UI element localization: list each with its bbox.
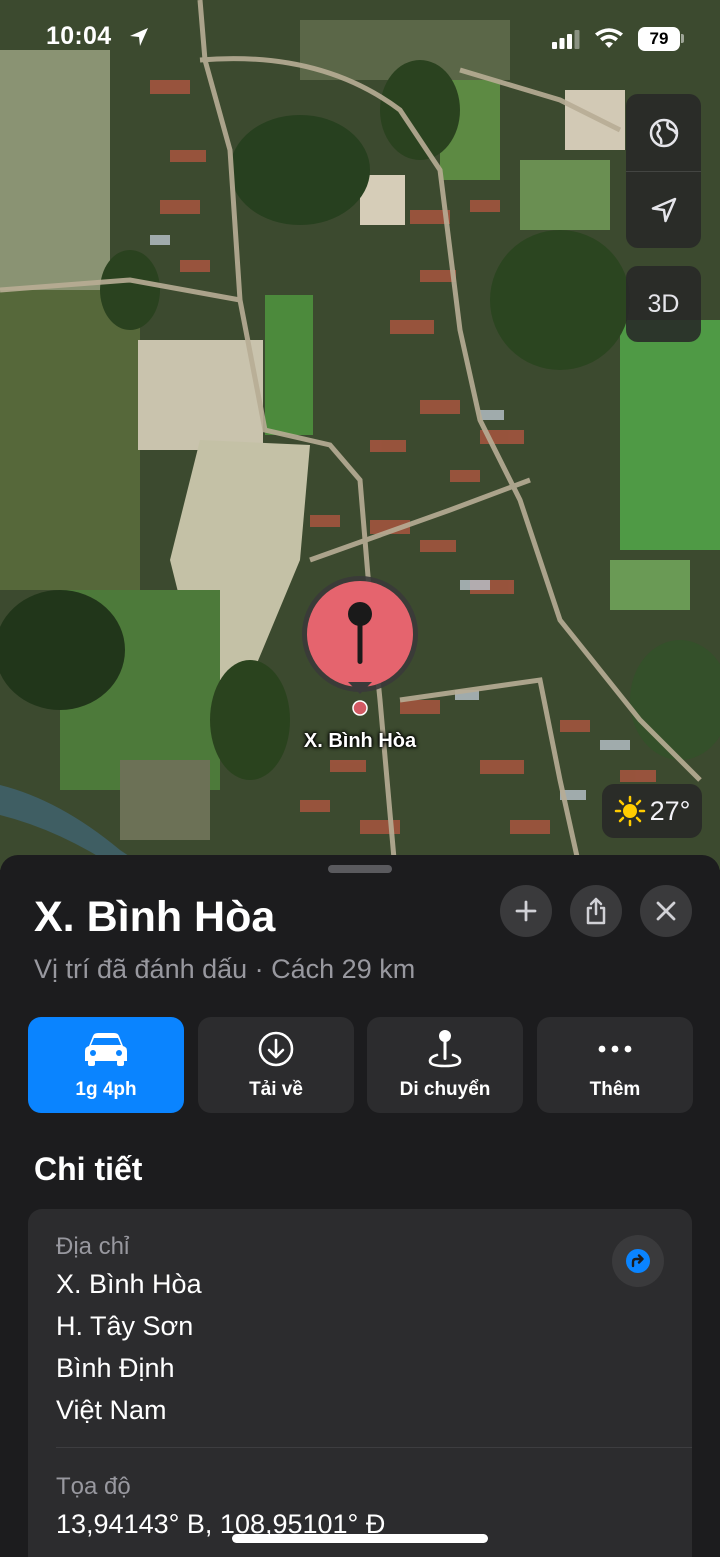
status-bar: 10:04 79 xyxy=(0,0,720,80)
drive-time-label: 1g 4ph xyxy=(75,1079,137,1100)
coordinates-label: Tọa độ xyxy=(56,1473,131,1500)
details-divider xyxy=(56,1447,692,1448)
close-button[interactable] xyxy=(640,885,692,937)
battery-indicator: 79 xyxy=(638,27,680,51)
plus-icon xyxy=(515,900,537,922)
wifi-icon xyxy=(595,28,623,48)
download-button[interactable]: Tải về xyxy=(198,1017,354,1113)
share-icon xyxy=(586,897,606,925)
address-line-3[interactable]: Bình Định xyxy=(56,1353,175,1384)
download-label: Tải về xyxy=(249,1079,303,1100)
share-button[interactable] xyxy=(570,885,622,937)
dropped-pin-marker[interactable] xyxy=(300,576,420,716)
address-line-4[interactable]: Việt Nam xyxy=(56,1395,167,1426)
more-label: Thêm xyxy=(589,1079,641,1100)
details-section-title: Chi tiết xyxy=(34,1151,143,1187)
move-label: Di chuyển xyxy=(399,1079,491,1100)
close-icon xyxy=(656,901,676,921)
more-icon xyxy=(598,1045,632,1053)
pin-label: X. Bình Hòa xyxy=(303,730,417,752)
battery-nub xyxy=(681,34,684,43)
place-card-sheet: X. Bình Hòa Vị trí đã đánh dấu · Cách 29… xyxy=(0,855,720,1557)
directions-drive-button[interactable]: 1g 4ph xyxy=(28,1017,184,1113)
satellite-map[interactable]: 10:04 79 3D X. Bình Hòa 27° xyxy=(0,0,720,870)
three-d-button[interactable]: 3D xyxy=(626,266,701,342)
more-button[interactable]: Thêm xyxy=(537,1017,693,1113)
place-subtitle: Vị trí đã đánh dấu · Cách 29 km xyxy=(34,954,416,984)
add-button[interactable] xyxy=(500,885,552,937)
map-mode-button[interactable] xyxy=(626,94,701,171)
sun-icon xyxy=(614,795,645,827)
download-icon xyxy=(258,1031,294,1067)
move-pin-button[interactable]: Di chuyển xyxy=(367,1017,523,1113)
address-line-1[interactable]: X. Bình Hòa xyxy=(56,1269,202,1300)
move-pin-icon xyxy=(428,1030,462,1068)
globe-icon xyxy=(649,118,678,147)
location-arrow-icon xyxy=(651,197,676,222)
home-indicator[interactable] xyxy=(232,1534,488,1543)
cellular-signal-icon xyxy=(552,30,580,49)
weather-badge: 27° xyxy=(602,784,702,838)
sheet-grabber[interactable] xyxy=(328,865,392,873)
place-title: X. Bình Hòa xyxy=(34,893,276,941)
car-icon xyxy=(85,1033,127,1066)
three-d-label: 3D xyxy=(647,289,680,318)
address-line-2[interactable]: H. Tây Sơn xyxy=(56,1311,193,1342)
directions-icon xyxy=(626,1249,650,1273)
weather-temperature: 27° xyxy=(649,795,691,826)
location-services-icon xyxy=(130,28,148,46)
status-time: 10:04 xyxy=(46,22,112,50)
directions-button[interactable] xyxy=(612,1235,664,1287)
details-card: Địa chỉ X. Bình Hòa H. Tây Sơn Bình Định… xyxy=(28,1209,692,1557)
battery-level: 79 xyxy=(649,29,669,48)
current-location-button[interactable] xyxy=(626,171,701,248)
map-controls xyxy=(626,94,701,248)
action-buttons-row: 1g 4ph Tải về Di chuyển Thêm xyxy=(28,1017,693,1113)
address-label: Địa chỉ xyxy=(56,1233,130,1260)
